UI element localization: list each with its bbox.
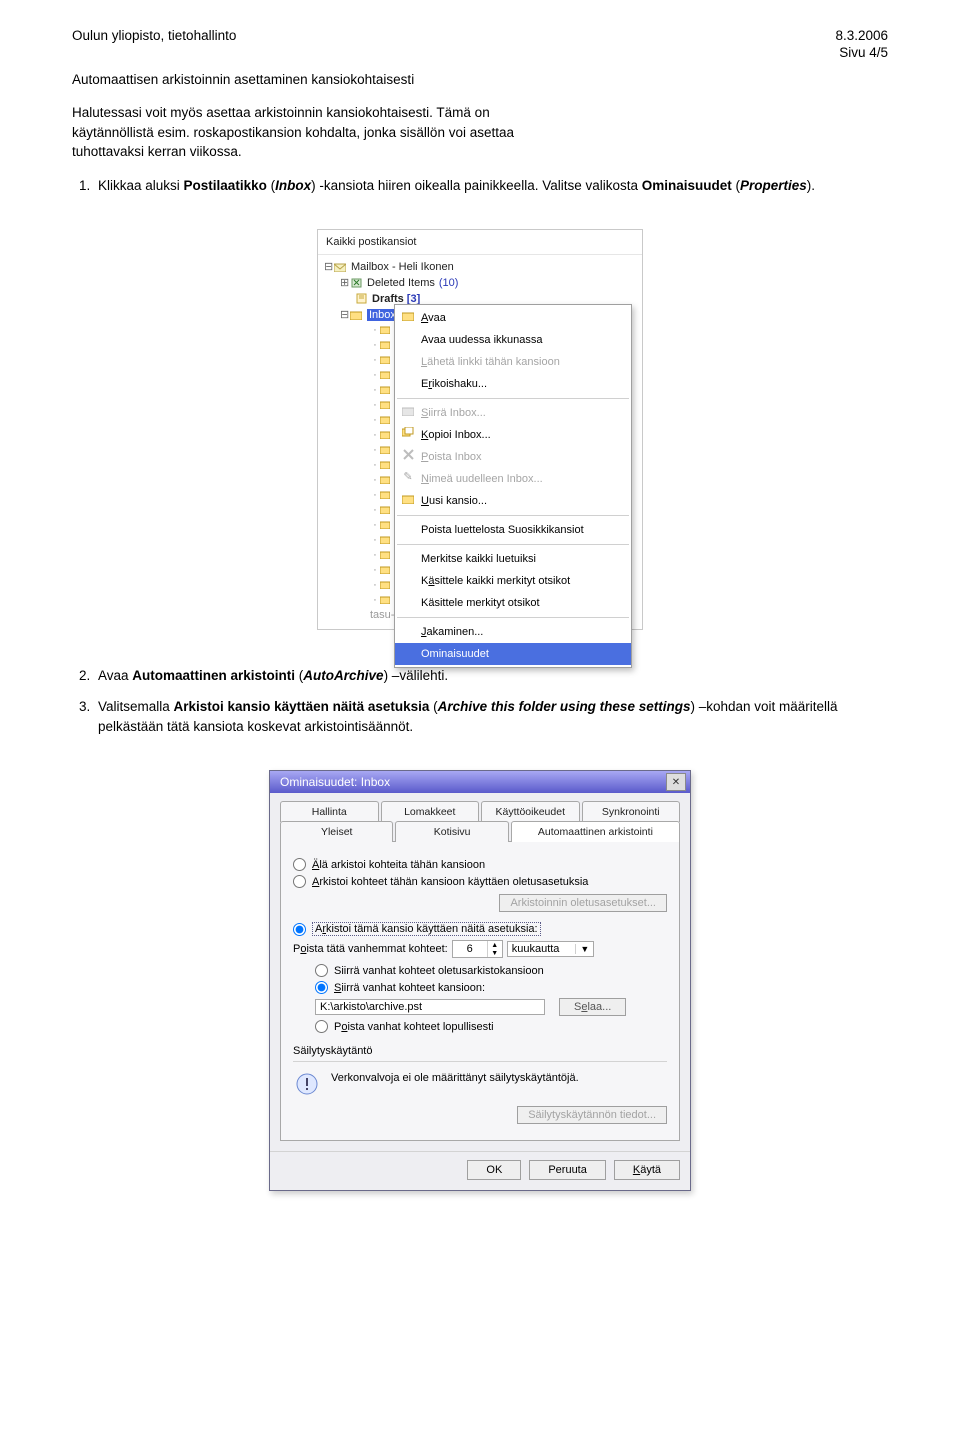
- ctx-new-folder[interactable]: Uusi kansio...: [395, 490, 631, 512]
- dialog-title: Ominaisuudet: Inbox: [280, 775, 390, 789]
- menu-separator: [397, 398, 629, 399]
- step-1: Klikkaa aluksi Postilaatikko (Inbox) -ka…: [94, 176, 888, 197]
- age-unit-combo[interactable]: kuukautta▼: [507, 941, 595, 957]
- deleted-items-row[interactable]: ⊞ Deleted Items(10): [324, 275, 636, 291]
- section-title: Automaattisen arkistoinnin asettaminen k…: [72, 72, 888, 87]
- close-button[interactable]: ✕: [666, 773, 686, 791]
- context-menu: Avaa Avaa uudessa ikkunassa Lähetä linkk…: [394, 304, 632, 668]
- tab-autoarchive-active[interactable]: Automaattinen arkistointi: [511, 821, 680, 842]
- step-3: Valitsemalla Arkistoi kansio käyttäen nä…: [94, 697, 888, 739]
- apply-button[interactable]: Käytä: [614, 1160, 680, 1180]
- menu-separator: [397, 617, 629, 618]
- move-icon: [401, 404, 415, 418]
- radio-no-archive[interactable]: Älä arkistoi kohteita tähän kansioon: [293, 858, 667, 871]
- mailbox-row[interactable]: ⊟ Mailbox - Heli Ikonen: [324, 259, 636, 275]
- radio-move-to[interactable]: Siirrä vanhat kohteet kansioon:: [315, 981, 667, 994]
- menu-separator: [397, 515, 629, 516]
- policy-text: Verkonvalvoja ei ole määrittänyt säilyty…: [331, 1072, 667, 1084]
- ctx-properties-selected[interactable]: Ominaisuudet: [395, 643, 631, 665]
- doc-date: 8.3.2006: [835, 28, 888, 43]
- tab-kotisivu[interactable]: Kotisivu: [395, 821, 508, 842]
- step-2: Avaa Automaattinen arkistointi (AutoArch…: [94, 666, 888, 687]
- ctx-remove-favorite[interactable]: Poista luettelosta Suosikkikansiot: [395, 519, 631, 541]
- ctx-open[interactable]: Avaa: [395, 307, 631, 329]
- radio-these-settings-input[interactable]: [293, 923, 306, 936]
- radio-move-to-input[interactable]: [315, 981, 328, 994]
- policy-info-button: Säilytyskäytännön tiedot...: [517, 1106, 667, 1124]
- radio-no-archive-input[interactable]: [293, 858, 306, 871]
- tab-synkronointi[interactable]: Synkronointi: [582, 801, 681, 822]
- tree-header: Kaikki postikansiot: [318, 230, 642, 255]
- radio-move-default-input[interactable]: [315, 964, 328, 977]
- radio-default-archive[interactable]: Arkistoi kohteet tähän kansioon käyttäen…: [293, 875, 667, 888]
- autoarchive-panel: Älä arkistoi kohteita tähän kansioon Ark…: [280, 841, 680, 1141]
- delete-icon: [401, 448, 415, 462]
- properties-dialog: Ominaisuudet: Inbox ✕ Hallinta Lomakkeet…: [269, 770, 691, 1191]
- ctx-mark-all-read[interactable]: Merkitse kaikki luetuiksi: [395, 548, 631, 570]
- ctx-open-new[interactable]: Avaa uudessa ikkunassa: [395, 329, 631, 351]
- radio-these-settings[interactable]: Arkistoi tämä kansio käyttäen näitä aset…: [293, 922, 667, 936]
- page-number: Sivu 4/5: [839, 45, 888, 60]
- ctx-process-all-marked[interactable]: Käsittele kaikki merkityt otsikot: [395, 570, 631, 592]
- tab-yleiset[interactable]: Yleiset: [280, 821, 393, 842]
- ctx-sharing[interactable]: Jakaminen...: [395, 621, 631, 643]
- tab-lomakkeet[interactable]: Lomakkeet: [381, 801, 480, 822]
- radio-default-archive-input[interactable]: [293, 875, 306, 888]
- ctx-send-link: Lähetä linkki tähän kansioon: [395, 351, 631, 373]
- radio-move-default[interactable]: Siirrä vanhat kohteet oletusarkistokansi…: [315, 964, 667, 977]
- spin-arrows[interactable]: ▲▼: [487, 941, 502, 957]
- rename-icon: ✎: [401, 470, 415, 484]
- intro-paragraph: Halutessasi voit myös asettaa arkistoinn…: [72, 103, 888, 162]
- archive-path-field[interactable]: K:\arkisto\archive.pst: [315, 999, 545, 1015]
- radio-permanent-delete[interactable]: Poista vanhat kohteet lopullisesti: [315, 1020, 667, 1033]
- ctx-move: Siirrä Inbox...: [395, 402, 631, 424]
- org-name: Oulun yliopisto, tietohallinto: [72, 28, 236, 43]
- ctx-process-marked[interactable]: Käsittele merkityt otsikot: [395, 592, 631, 614]
- ok-button[interactable]: OK: [467, 1160, 521, 1180]
- copy-icon: [401, 426, 415, 440]
- ctx-rename: ✎Nimeä uudelleen Inbox...: [395, 468, 631, 490]
- menu-separator: [397, 544, 629, 545]
- open-icon: [401, 309, 415, 323]
- tab-kayttooikeudet[interactable]: Käyttöoikeudet: [481, 801, 580, 822]
- ctx-advanced-find[interactable]: Erikoishaku...: [395, 373, 631, 395]
- radio-permanent-delete-input[interactable]: [315, 1020, 328, 1033]
- ctx-copy[interactable]: Kopioi Inbox...: [395, 424, 631, 446]
- tab-hallinta[interactable]: Hallinta: [280, 801, 379, 822]
- chevron-down-icon: ▼: [575, 944, 589, 954]
- default-settings-button: Arkistoinnin oletusasetukset...: [499, 894, 667, 912]
- age-spinbox[interactable]: 6 ▲▼: [452, 940, 503, 958]
- age-row: Poista tätä vanhemmat kohteet: 6 ▲▼ kuuk…: [293, 940, 667, 958]
- folder-tree-screenshot: Kaikki postikansiot ⊟ Mailbox - Heli Iko…: [317, 229, 643, 630]
- tabs-row-top: Hallinta Lomakkeet Käyttöoikeudet Synkro…: [280, 801, 680, 822]
- new-folder-icon: [401, 492, 415, 506]
- cancel-button[interactable]: Peruuta: [529, 1160, 606, 1180]
- ctx-delete: Poista Inbox: [395, 446, 631, 468]
- policy-icon: [293, 1072, 321, 1096]
- tabs-row-bottom: Yleiset Kotisivu Automaattinen arkistoin…: [280, 821, 680, 842]
- browse-button[interactable]: Selaa...: [559, 998, 626, 1016]
- policy-heading: Säilytyskäytäntö: [293, 1045, 667, 1057]
